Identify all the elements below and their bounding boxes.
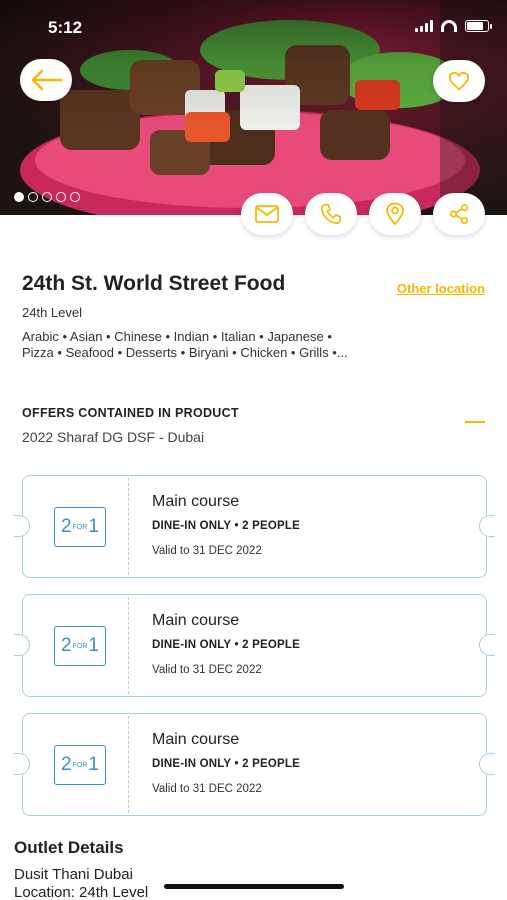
offer-terms: DINE-IN ONLY • 2 PEOPLE (152, 758, 300, 770)
status-icons (415, 20, 492, 32)
status-time: 5:12 (48, 18, 83, 37)
battery-icon (465, 20, 492, 32)
wifi-icon (441, 20, 457, 32)
coupon-notch (14, 515, 30, 537)
offer-coupon[interactable]: 2 FOR 1 Main course DINE-IN ONLY • 2 PEOPL… (14, 594, 495, 697)
two-for-one-badge: 2 FOR 1 (54, 745, 106, 785)
cuisine-line-1: Arabic • Asian • Chinese • Indian • Ital… (22, 329, 332, 344)
map-button[interactable] (369, 193, 421, 235)
action-row (0, 193, 507, 237)
call-button[interactable] (305, 193, 357, 235)
offer-coupon[interactable]: 2 FOR 1 Main course DINE-IN ONLY • 2 PEOPL… (14, 475, 495, 578)
back-button[interactable] (20, 59, 72, 101)
offer-title: Main course (152, 731, 240, 748)
cuisine-line-2: Pizza • Seafood • Desserts • Biryani • C… (22, 345, 348, 360)
phone-icon (321, 204, 341, 224)
two-for-one-badge: 2 FOR 1 (54, 626, 106, 666)
share-button[interactable] (433, 193, 485, 235)
coupon-notch (479, 634, 495, 656)
two-for-one-badge: 2 FOR 1 (54, 507, 106, 547)
coupon-divider (128, 597, 129, 694)
restaurant-name: 24th St. World Street Food (22, 272, 286, 295)
coupon-notch (479, 753, 495, 775)
arrow-left-icon (31, 69, 63, 91)
restaurant-level: 24th Level (22, 305, 82, 320)
offer-validity: Valid to 31 DEC 2022 (152, 664, 262, 676)
offer-title: Main course (152, 612, 240, 629)
share-icon (449, 204, 469, 224)
heart-icon (448, 71, 470, 91)
cuisine-list: Arabic • Asian • Chinese • Indian • Ital… (22, 329, 492, 361)
coupon-notch (14, 634, 30, 656)
offers-product: 2022 Sharaf DG DSF - Dubai (22, 429, 205, 445)
coupon-divider (128, 478, 129, 575)
outlet-name: Dusit Thani Dubai (14, 866, 133, 883)
other-location-link[interactable]: Other location (397, 281, 485, 296)
outlet-location: Location: 24th Level (14, 884, 149, 900)
offers-heading: OFFERS CONTAINED IN PRODUCT (22, 406, 239, 420)
collapse-toggle[interactable] (465, 421, 485, 423)
offer-coupon[interactable]: 2 FOR 1 Main course DINE-IN ONLY • 2 PEOPL… (14, 713, 495, 816)
offer-title: Main course (152, 493, 240, 510)
coupon-divider (128, 716, 129, 813)
email-button[interactable] (241, 193, 293, 235)
coupon-notch (14, 753, 30, 775)
offer-validity: Valid to 31 DEC 2022 (152, 545, 262, 557)
offer-terms: DINE-IN ONLY • 2 PEOPLE (152, 520, 300, 532)
outlet-heading: Outlet Details (14, 838, 124, 857)
location-pin-icon (386, 202, 404, 226)
offer-validity: Valid to 31 DEC 2022 (152, 783, 262, 795)
favorite-button[interactable] (433, 60, 485, 102)
offer-terms: DINE-IN ONLY • 2 PEOPLE (152, 639, 300, 651)
home-indicator[interactable] (164, 884, 344, 889)
coupon-notch (479, 515, 495, 537)
hero-image: 5:12 (0, 0, 507, 215)
signal-icon (415, 20, 433, 32)
envelope-icon (255, 205, 279, 223)
status-bar: 5:12 (0, 0, 507, 50)
